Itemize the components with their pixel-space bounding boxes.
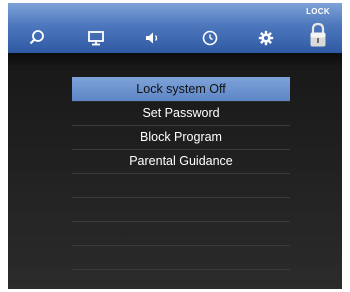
search-icon[interactable] <box>26 27 48 49</box>
monitor-icon[interactable] <box>85 27 107 49</box>
lock-menu: Lock system Off Set Password Block Progr… <box>72 77 290 289</box>
menu-item-label: Parental Guidance <box>129 154 233 168</box>
speaker-icon[interactable] <box>141 27 163 49</box>
menu-item-lock-system[interactable]: Lock system Off <box>72 77 290 102</box>
menu-item-label: Block Program <box>140 130 222 144</box>
empty-menu-row <box>72 174 290 198</box>
empty-menu-row <box>72 246 290 270</box>
menu-item-set-password[interactable]: Set Password <box>72 102 290 126</box>
empty-menu-row <box>72 198 290 222</box>
empty-menu-row <box>72 222 290 246</box>
tab-lock-label: LOCK <box>306 7 330 16</box>
tab-lock[interactable]: LOCK <box>298 3 338 59</box>
tv-settings-screen: LOCK Lock system Off Set Password Block … <box>8 3 342 289</box>
clock-icon[interactable] <box>199 27 221 49</box>
menu-item-label: Lock system Off <box>136 82 226 96</box>
empty-menu-row <box>72 270 290 289</box>
menu-item-parental-guidance[interactable]: Parental Guidance <box>72 150 290 174</box>
menu-item-label: Set Password <box>142 106 220 120</box>
topbar-shadow <box>8 53 342 65</box>
lock-icon <box>308 21 328 54</box>
gear-icon[interactable] <box>255 27 277 49</box>
top-menu-bar: LOCK <box>8 3 342 56</box>
menu-item-block-program[interactable]: Block Program <box>72 126 290 150</box>
